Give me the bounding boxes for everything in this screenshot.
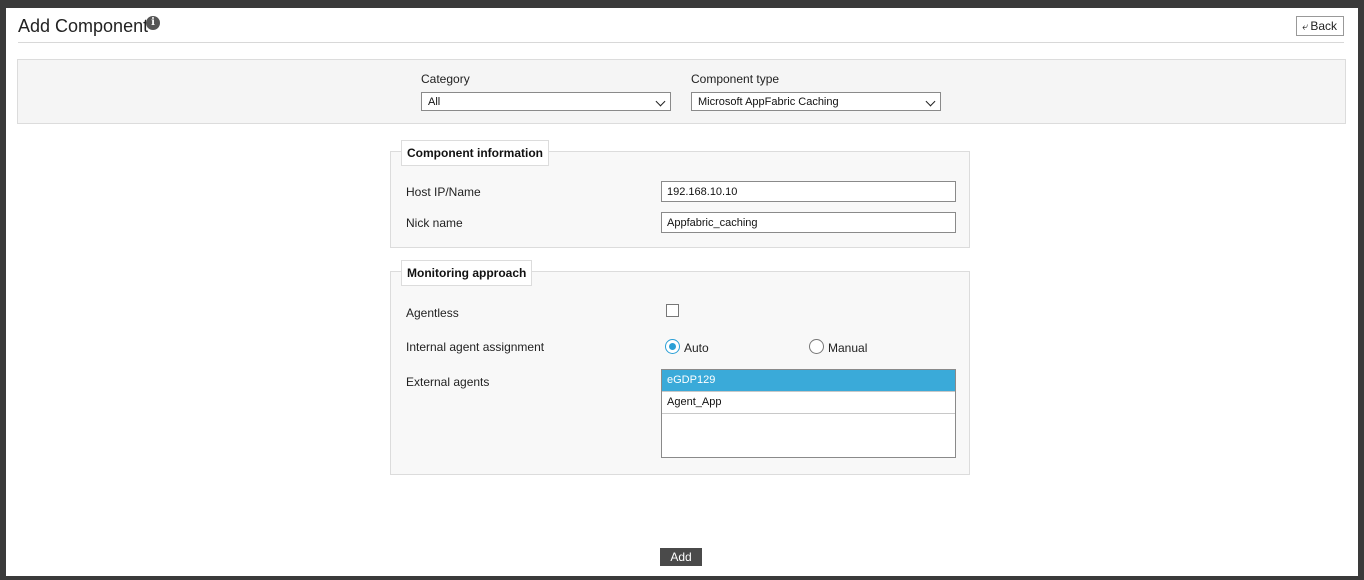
host-input[interactable] [661,181,956,202]
category-label: Category [421,72,470,86]
chevron-down-icon [925,96,936,107]
chevron-down-icon [655,96,666,107]
component-type-select-value: Microsoft AppFabric Caching [698,96,839,108]
add-button[interactable]: Add [660,548,702,566]
monitoring-approach-legend: Monitoring approach [401,260,533,286]
component-type-select[interactable]: Microsoft AppFabric Caching [691,92,941,111]
list-item[interactable]: Agent_App [662,392,955,414]
component-information-section: Component information Host IP/Name Nick … [390,140,970,248]
component-type-label: Component type [691,72,780,86]
host-label: Host IP/Name [406,185,481,199]
agentless-label: Agentless [406,306,459,320]
manual-radio[interactable] [809,339,824,354]
page-header: Add Component i ⤶ Back [18,8,1344,43]
component-information-legend: Component information [401,140,549,166]
external-agents-listbox[interactable]: eGDP129 Agent_App [661,369,956,458]
auto-radio-label: Auto [684,341,709,355]
page-title: Add Component [18,16,149,36]
back-button-label: Back [1310,19,1337,33]
manual-radio-label: Manual [828,341,868,355]
back-arrow-icon: ⤶ [1302,21,1309,33]
category-select-value: All [428,96,441,108]
external-agents-label: External agents [406,375,490,389]
filter-bar: Category All Component type Microsoft Ap… [17,59,1346,124]
info-icon[interactable]: i [146,16,160,30]
internal-agent-label: Internal agent assignment [406,340,545,354]
agentless-checkbox[interactable] [666,304,679,317]
back-button[interactable]: ⤶ Back [1296,16,1344,36]
list-item[interactable]: eGDP129 [662,370,955,392]
auto-radio[interactable] [665,339,680,354]
nick-name-input[interactable] [661,212,956,233]
page: Add Component i ⤶ Back Category All Compo… [6,8,1358,576]
monitoring-approach-section: Monitoring approach Agentless Internal a… [390,260,970,475]
nick-name-label: Nick name [406,216,463,230]
category-select[interactable]: All [421,92,671,111]
